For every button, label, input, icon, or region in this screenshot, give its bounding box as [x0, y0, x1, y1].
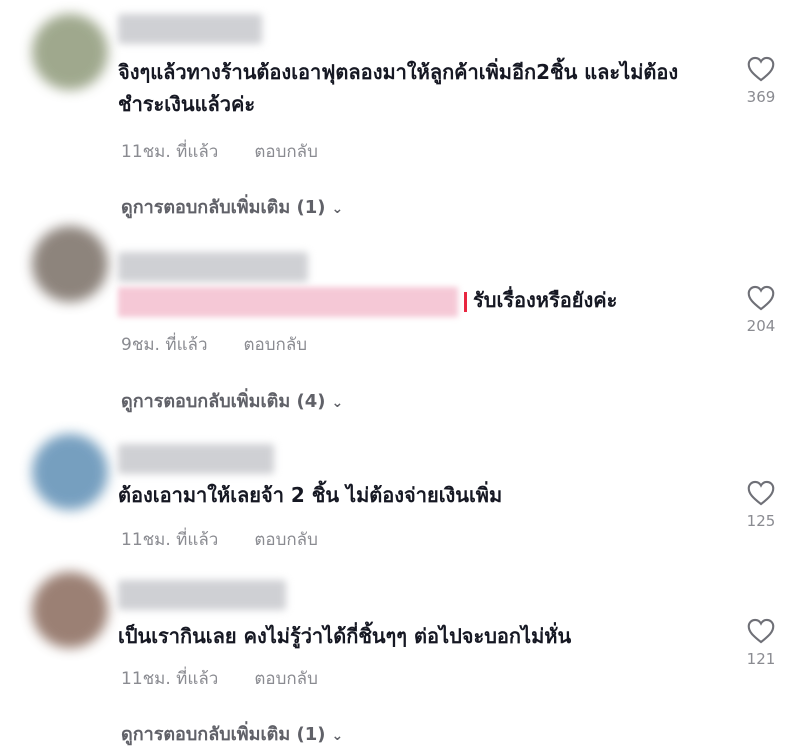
heart-outline-icon[interactable]: [747, 56, 775, 82]
like-control: 125: [738, 480, 784, 530]
like-count: 204: [746, 317, 776, 335]
comment-time: 11ชม. ที่แล้ว: [121, 142, 219, 162]
comment-meta: 11ชม. ที่แล้ว ตอบกลับ: [121, 665, 354, 692]
like-control: 121: [738, 618, 784, 668]
like-count: 125: [746, 512, 776, 530]
reply-button[interactable]: ตอบกลับ: [254, 530, 318, 550]
view-more-replies-button[interactable]: ดูการตอบกลับเพิ่มเติม (4) ⌄: [121, 386, 343, 415]
comment-text-row: รับเรื่องหรือยังค่ะ: [118, 284, 738, 317]
avatar[interactable]: [32, 226, 108, 302]
comment-time: 9ชม. ที่แล้ว: [121, 335, 208, 355]
comment-time: 11ชม. ที่แล้ว: [121, 530, 219, 550]
chevron-down-icon: ⌄: [331, 201, 344, 217]
mention-blurred[interactable]: [118, 286, 458, 317]
username-blurred[interactable]: [118, 14, 262, 44]
comment-text: ต้องเอามาให้เลยจ้า 2 ชิ้น ไม่ต้องจ่ายเงิ…: [118, 483, 503, 507]
avatar[interactable]: [32, 434, 108, 510]
comment-meta: 9ชม. ที่แล้ว ตอบกลับ: [121, 331, 343, 358]
comment-time: 11ชม. ที่แล้ว: [121, 669, 219, 689]
avatar[interactable]: [32, 572, 108, 648]
username-blurred[interactable]: [118, 580, 286, 610]
comment-meta: 11ชม. ที่แล้ว ตอบกลับ: [121, 138, 354, 165]
like-count: 121: [746, 650, 776, 668]
username-blurred[interactable]: [118, 444, 274, 474]
reply-button[interactable]: ตอบกลับ: [244, 335, 308, 355]
username-blurred[interactable]: [118, 252, 308, 282]
heart-outline-icon[interactable]: [747, 480, 775, 506]
chevron-down-icon: ⌄: [331, 728, 344, 744]
like-control: 204: [738, 285, 784, 335]
chevron-down-icon: ⌄: [331, 395, 344, 411]
comment-text: เป็นเรากินเลย คงไม่รู้ว่าได้กี่ชิ้นๆๆ ต่…: [118, 624, 572, 648]
mention-marker: [464, 291, 467, 312]
reply-button[interactable]: ตอบกลับ: [254, 669, 318, 689]
comment-text: จิงๆแล้วทางร้านต้องเอาฟุตลองมาให้ลูกค้าเ…: [118, 60, 679, 116]
avatar[interactable]: [32, 14, 108, 90]
comment-meta: 11ชม. ที่แล้ว ตอบกลับ: [121, 526, 354, 553]
comment-text: รับเรื่องหรือยังค่ะ: [473, 288, 618, 312]
view-more-replies-button[interactable]: ดูการตอบกลับเพิ่มเติม (1) ⌄: [121, 192, 343, 221]
like-control: 369: [738, 56, 784, 106]
heart-outline-icon[interactable]: [747, 618, 775, 644]
heart-outline-icon[interactable]: [747, 285, 775, 311]
view-more-replies-label: ดูการตอบกลับเพิ่มเติม (1): [121, 724, 326, 745]
view-more-replies-label: ดูการตอบกลับเพิ่มเติม (4): [121, 391, 326, 412]
reply-button[interactable]: ตอบกลับ: [254, 142, 318, 162]
like-count: 369: [746, 88, 776, 106]
view-more-replies-label: ดูการตอบกลับเพิ่มเติม (1): [121, 197, 326, 218]
